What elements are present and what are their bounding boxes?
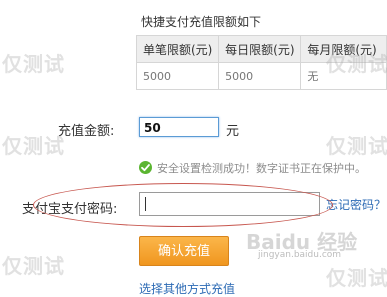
amount-unit: 元: [226, 124, 240, 139]
other-methods-link[interactable]: 选择其他方式充值: [139, 280, 235, 297]
watermark-text: 仅测试: [326, 134, 387, 158]
watermark-text: 仅测试: [2, 254, 65, 278]
limit-table-title: 快捷支付充值限额如下: [141, 15, 262, 29]
daily-limit-value: 5000: [218, 62, 302, 90]
check-circle-icon: [139, 161, 152, 174]
highlight-oval: [33, 183, 333, 227]
baidu-watermark-url: jingyan.baidu.com: [258, 250, 342, 260]
watermark-text: 仅测试: [326, 266, 387, 290]
amount-input[interactable]: 50: [139, 117, 219, 137]
watermark-text: 仅测试: [326, 52, 387, 76]
single-limit-value: 5000: [135, 62, 220, 90]
header-daily-limit: 每日限额(元): [218, 35, 302, 63]
header-single-limit: 单笔限额(元): [135, 35, 220, 63]
amount-label: 充值金额:: [58, 124, 115, 139]
confirm-recharge-button[interactable]: 确认充值: [139, 236, 229, 266]
watermark-text: 仅测试: [2, 52, 65, 76]
security-status-text: 安全设置检测成功！数字证书正在保护中。: [157, 162, 366, 175]
watermark-text: 仅测试: [2, 134, 65, 158]
forgot-password-link[interactable]: 忘记密码？: [326, 196, 386, 213]
